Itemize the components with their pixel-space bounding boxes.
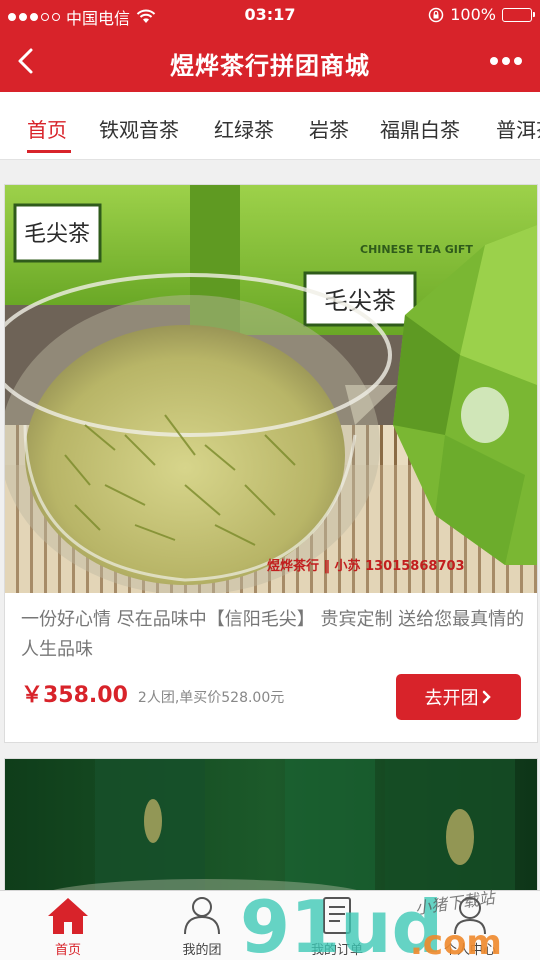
more-dots-icon[interactable] [486, 48, 526, 74]
status-right: 100% [428, 5, 535, 24]
rotation-lock-icon [429, 7, 444, 22]
product-card[interactable] [4, 758, 538, 898]
bottom-tab-home[interactable]: 首页 [18, 895, 118, 958]
tab-home[interactable]: 首页 [27, 114, 67, 143]
price-row: ￥358.00 2人团,单买价528.00元 [21, 677, 284, 709]
gift-label: CHINESE TEA GIFT [360, 243, 473, 256]
tab-white-tea[interactable]: 福鼎白茶 [380, 114, 460, 143]
user-icon [454, 897, 486, 935]
page-title: 煜烨茶行拼团商城 [170, 52, 370, 80]
battery-icon [502, 7, 535, 22]
product-card[interactable]: 毛尖茶 CHINESE TEA GIFT 毛尖茶 煜烨茶行 ‖ 小苏 13015… [4, 184, 538, 743]
bottom-tab-my-orders[interactable]: 我的订单 [287, 895, 387, 958]
tab-red-green-tea[interactable]: 红绿茶 [214, 114, 274, 143]
bottom-tab-my-group-label: 我的团 [182, 943, 222, 958]
category-tabs: 首页 铁观音茶 红绿茶 岩茶 福鼎白茶 普洱茶 [0, 92, 540, 160]
bottom-tab-my-orders-label: 我的订单 [310, 943, 363, 958]
product-description: 一份好心情 尽在品味中【信阳毛尖】 贵宾定制 送给您最真情的人生品味 [21, 609, 525, 660]
tab-puer-tea[interactable]: 普洱茶 [496, 114, 540, 143]
product-price: ￥358.00 [21, 683, 128, 708]
group-icon [184, 897, 220, 935]
tab-rock-tea[interactable]: 岩茶 [309, 114, 349, 143]
bottom-tab-home-label: 首页 [54, 943, 81, 958]
bottom-tab-my-group[interactable]: 我的团 [152, 895, 252, 958]
chevron-right-icon [482, 690, 491, 704]
product-photo[interactable]: 毛尖茶 CHINESE TEA GIFT 毛尖茶 煜烨茶行 ‖ 小苏 13015… [5, 185, 537, 593]
photo-watermark: 煜烨茶行 ‖ 小苏 13015868703 [267, 558, 465, 574]
box-label-left: 毛尖茶 [24, 222, 90, 247]
product-photo[interactable] [5, 759, 537, 898]
active-tab-indicator [27, 150, 71, 153]
status-bar: 中国电信 03:17 100% [0, 0, 540, 30]
bottom-tab-bar: 首页 我的团 我的订单 个人中心 [0, 890, 540, 960]
price-note: 2人团,单买价528.00元 [137, 690, 285, 706]
start-group-label: 去开团 [424, 688, 479, 708]
nav-bar: 煜烨茶行拼团商城 [0, 30, 540, 92]
start-group-button[interactable]: 去开团 [396, 674, 521, 720]
home-icon [48, 898, 88, 934]
battery-percent: 100% [450, 5, 496, 24]
tab-tieguanyin[interactable]: 铁观音茶 [99, 114, 179, 143]
bottom-tab-profile-label: 个人中心 [443, 943, 496, 958]
order-icon [323, 897, 351, 934]
bottom-tab-profile[interactable]: 个人中心 [420, 895, 520, 958]
